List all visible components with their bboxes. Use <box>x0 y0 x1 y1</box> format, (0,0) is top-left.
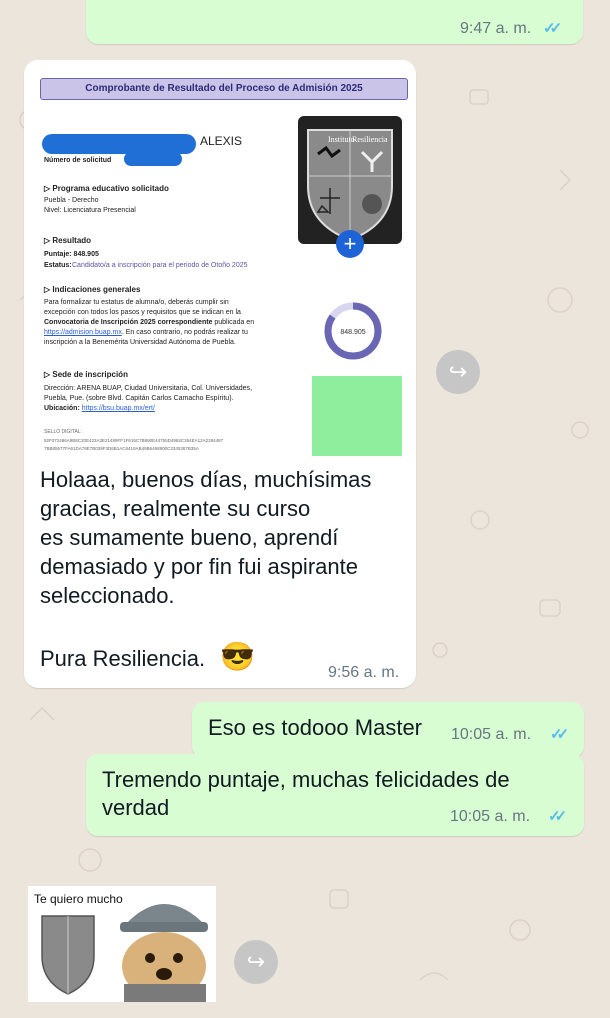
doc-location: Ubicación: https://bsu.buap.mx/ert/ <box>44 405 155 412</box>
forward-button[interactable]: ↪ <box>436 350 480 394</box>
message-line: gracias, realmente su curso <box>40 496 311 521</box>
location-link[interactable]: https://bsu.buap.mx/ert/ <box>82 405 155 412</box>
svg-text:Instituto: Instituto <box>328 135 355 144</box>
doc-name-suffix: ALEXIS <box>200 134 243 148</box>
instituto-resiliencia-logo: Instituto Resiliencia + <box>298 116 402 258</box>
doc-status-value: Candidato/a a inscripción para el period… <box>72 262 248 269</box>
qr-code-placeholder <box>312 376 402 456</box>
outgoing-message[interactable]: Tremendo puntaje, muchas felicidades de … <box>86 754 584 836</box>
message-text: Eso es todooo Master <box>208 715 423 740</box>
score-ring: 848.905 <box>324 302 382 360</box>
doc-general-line3: Convocatoria de Inscripción 2025 corresp… <box>44 319 255 326</box>
read-receipt-icon: ✓✓ <box>548 808 567 825</box>
doc-program-line2: Nivel: Licenciatura Presencial <box>44 207 136 214</box>
message-line: verdad <box>102 795 170 820</box>
forward-icon: ↪ <box>448 359 468 384</box>
doc-general-line1: Para formalizar tu estatus de alumna/o, … <box>44 299 229 306</box>
read-receipt-icon: ✓✓ <box>543 20 562 37</box>
doc-site-line1: Dirección: ARENA BUAP, Ciudad Universita… <box>44 385 253 392</box>
message-line: Pura Resiliencia. <box>40 646 206 671</box>
forward-icon: ↪ <box>246 949 266 974</box>
doc-section-result: ▷ Resultado <box>44 236 92 245</box>
incoming-photo-message[interactable]: Comprobante de Resultado del Proceso de … <box>24 60 416 688</box>
doc-general-line5: inscripción a la Benemérita Universidad … <box>44 339 236 346</box>
message-line: Tremendo puntaje, muchas felicidades de <box>102 767 510 792</box>
doc-general-line4: https://admision.buap.mx. En caso contra… <box>44 329 248 336</box>
doc-header: Comprobante de Resultado del Proceso de … <box>40 78 408 100</box>
doc-program-line1: Puebla - Derecho <box>44 197 99 204</box>
sticker-image[interactable]: Te quiero mucho <box>28 886 216 1002</box>
doc-seal-line2: 7BB85577FA61DA78E7B039F3D6B1AC6418AB49B6… <box>44 446 199 451</box>
add-icon[interactable]: + <box>336 230 364 258</box>
admission-result-image[interactable]: Comprobante de Resultado del Proceso de … <box>36 70 412 462</box>
message-time: 10:05 a. m. <box>450 808 531 825</box>
doc-section-site: ▷ Sede de inscripción <box>44 370 128 379</box>
outgoing-message[interactable]: Eso es todooo Master 10:05 a. m. ✓✓ <box>192 702 584 758</box>
message-line: es sumamente bueno, aprendí <box>40 525 339 550</box>
doc-general-line2: excepción con todos los pasos y requisit… <box>44 309 241 316</box>
message-time: 10:05 a. m. <box>451 726 532 743</box>
doc-status-label: Estatus: <box>44 262 72 269</box>
read-receipt-icon: ✓✓ <box>550 726 569 743</box>
redacted-request-number <box>124 152 182 166</box>
sunglasses-emoji: 😎 <box>220 641 255 672</box>
admission-link[interactable]: https://admision.buap.mx <box>44 329 122 336</box>
doc-section-general: ▷ Indicaciones generales <box>44 285 141 294</box>
doc-section-program: ▷ Programa educativo solicitado <box>44 184 169 193</box>
message-time: 9:56 a. m. <box>328 664 400 681</box>
message-line: demasiado y por fin fui aspirante <box>40 554 358 579</box>
forward-button[interactable]: ↪ <box>234 940 278 984</box>
doc-site-line2: Puebla, Pue. (sobre Blvd. Capitán Carlos… <box>44 395 234 402</box>
message-line: Holaaa, buenos días, muchísimas <box>40 467 372 492</box>
doc-request-label: Número de solicitud <box>44 157 112 164</box>
message-line: seleccionado. <box>40 583 175 608</box>
outgoing-message-top[interactable]: 9:47 a. m. ✓✓ <box>86 0 583 44</box>
svg-text:Resiliencia: Resiliencia <box>352 135 388 144</box>
sticker-drawing <box>41 904 208 1002</box>
score-ring-value: 848.905 <box>340 329 365 336</box>
doc-score: Puntaje: 848.905 <box>44 251 99 258</box>
shield-icon: Instituto Resiliencia <box>307 129 393 242</box>
redacted-name <box>42 134 196 154</box>
message-time: 9:47 a. m. <box>460 20 532 37</box>
